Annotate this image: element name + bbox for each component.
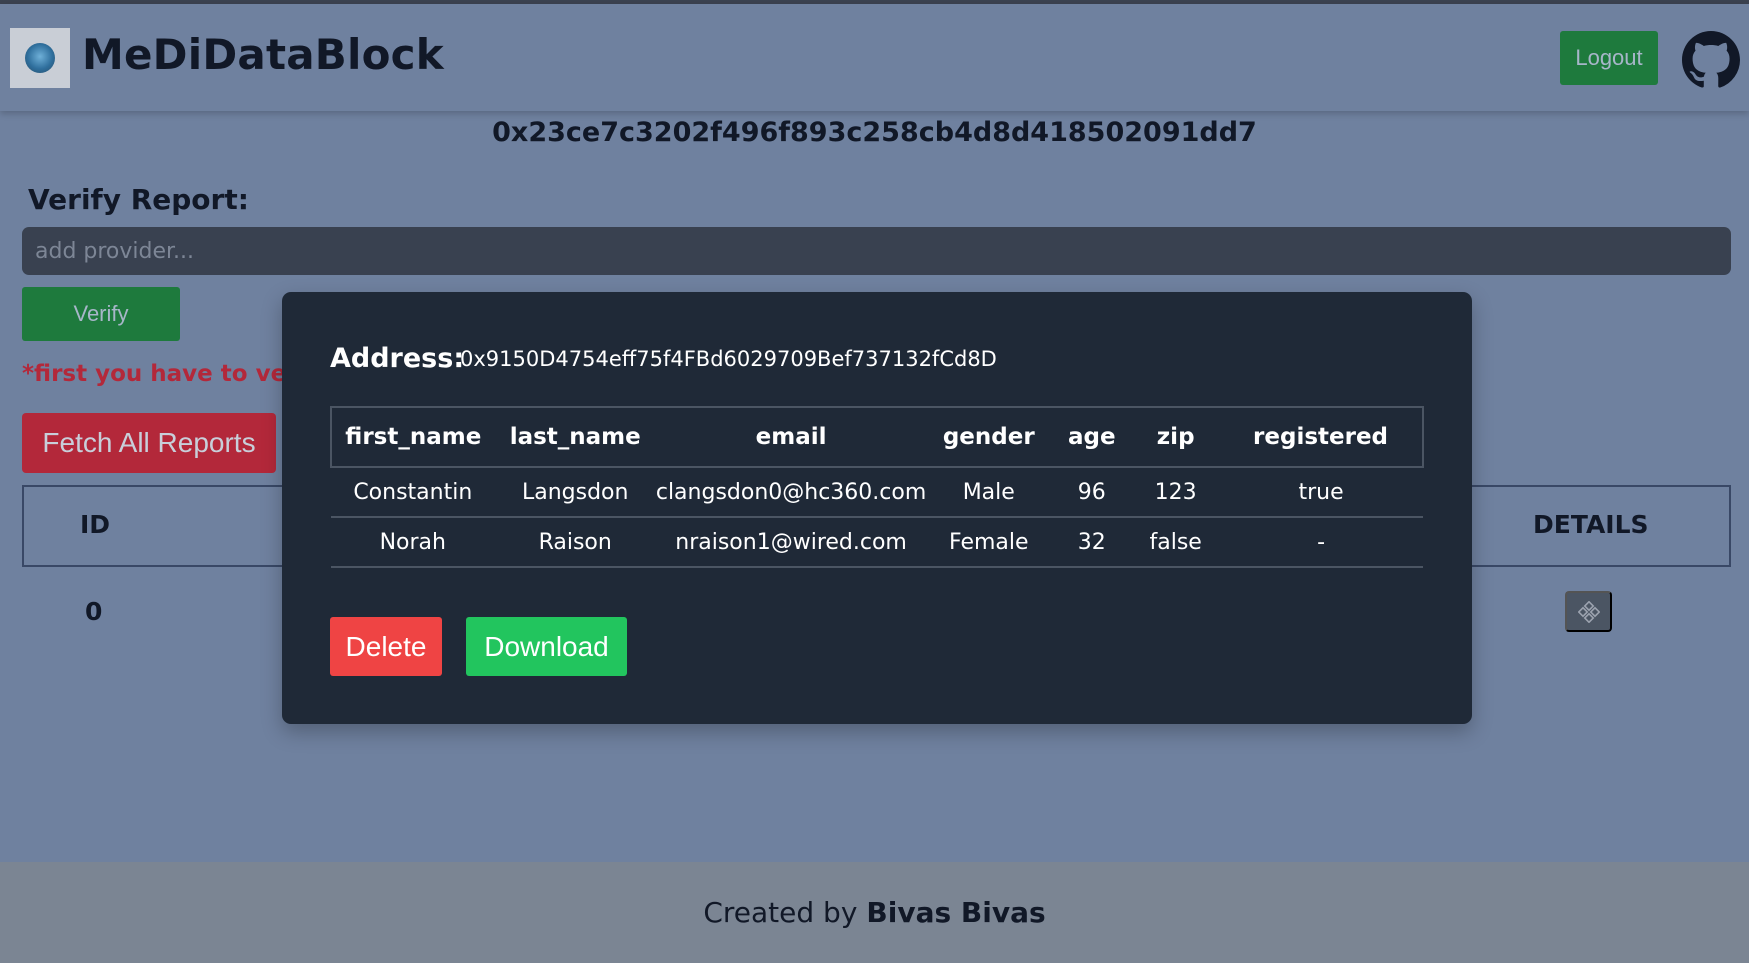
table-row: Constantin Langsdon clangsdon0@hc360.com… [331,467,1423,518]
logout-button[interactable]: Logout [1560,31,1658,85]
table-header-row: first_name last_name email gender age zi… [331,407,1423,467]
modal-address-label: Address: [330,343,465,374]
table-cell: 123 [1132,467,1220,518]
table-cell: 32 [1051,517,1133,568]
verify-button[interactable]: Verify [22,287,180,341]
footer: Created by Bivas Bivas [0,862,1749,963]
column-header: last_name [509,424,641,450]
fetch-all-reports-button[interactable]: Fetch All Reports [22,413,276,473]
table-cell: false [1132,517,1220,568]
github-icon[interactable] [1682,31,1740,89]
column-header: first_name [345,424,482,450]
table-cell: clangsdon0@hc360.com [655,467,927,518]
footer-prefix: Created by [703,896,858,929]
column-header-id: ID [80,510,111,539]
table-cell: Langsdon [494,467,656,518]
table-cell: 96 [1051,467,1133,518]
table-cell: true [1219,467,1423,518]
details-icon [1577,600,1600,623]
column-header-details: DETAILS [1533,510,1649,539]
column-header: registered [1253,424,1389,450]
table-cell: Constantin [331,467,495,518]
report-data-table: first_name last_name email gender age zi… [330,406,1424,568]
table-cell: Raison [494,517,656,568]
modal-address-value: 0x9150D4754eff75f4FBd6029709Bef737132fCd… [460,347,997,371]
table-cell: Norah [331,517,495,568]
download-button[interactable]: Download [466,617,627,676]
column-header: age [1067,424,1116,450]
table-row: Norah Raison nraison1@wired.com Female 3… [331,517,1423,568]
details-button[interactable] [1565,591,1612,632]
logo-icon [10,28,70,88]
report-id-cell: 0 [85,597,103,626]
column-header: zip [1156,424,1195,450]
footer-author: Bivas Bivas [866,896,1046,929]
account-address: 0x23ce7c3202f496f893c258cb4d8d418502091d… [492,117,1257,148]
verify-report-label: Verify Report: [28,183,249,216]
delete-button[interactable]: Delete [330,617,442,676]
table-cell: Female [926,517,1052,568]
table-cell: - [1219,517,1423,568]
provider-input[interactable] [22,227,1731,275]
report-modal: Address: 0x9150D4754eff75f4FBd6029709Bef… [282,292,1472,724]
table-cell: nraison1@wired.com [655,517,927,568]
app-header: MeDiDataBlock Logout [0,4,1749,111]
table-cell: Male [926,467,1052,518]
app-title: MeDiDataBlock [82,30,444,79]
column-header: email [755,424,827,450]
column-header: gender [942,424,1035,450]
